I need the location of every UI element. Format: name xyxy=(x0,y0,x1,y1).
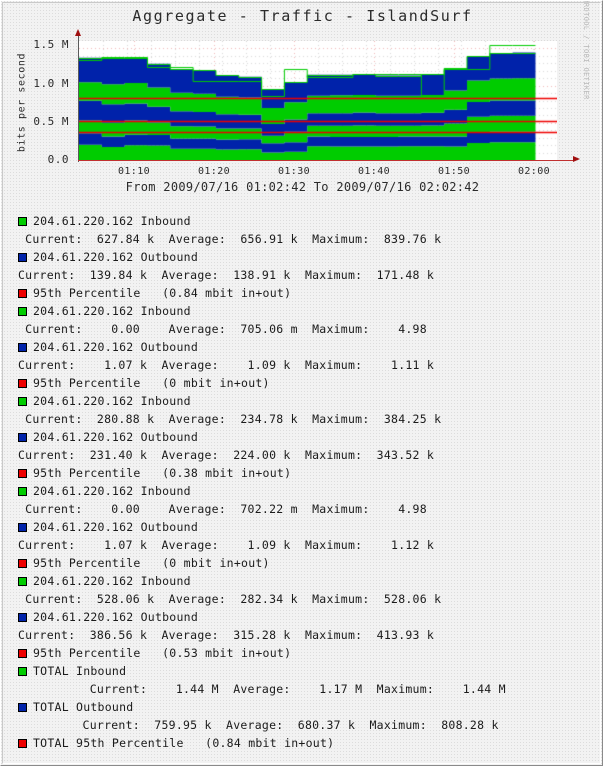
legend-stat-line: Current: 627.84 k Average: 656.91 k Maxi… xyxy=(1,230,602,248)
legend-stat-text: Current: 0.00 Average: 705.06 m Maximum:… xyxy=(18,322,427,336)
legend-stat-line: Current: 1.07 k Average: 1.09 k Maximum:… xyxy=(1,356,602,374)
legend-stat-text: Current: 627.84 k Average: 656.91 k Maxi… xyxy=(18,232,442,246)
x-axis-arrow-icon xyxy=(573,156,580,162)
legend-item: 204.61.220.162 Inbound xyxy=(1,392,602,410)
legend-swatch-outbound-icon xyxy=(18,703,27,712)
legend-stat-line: Current: 386.56 k Average: 315.28 k Maxi… xyxy=(1,626,602,644)
legend-stat-text: Current: 231.40 k Average: 224.00 k Maxi… xyxy=(18,448,435,462)
x-axis-line xyxy=(78,160,575,161)
legend-item-label: 204.61.220.162 Inbound xyxy=(33,394,191,408)
x-tick-label: 01:40 xyxy=(357,166,391,177)
legend-swatch-outbound-icon xyxy=(18,613,27,622)
plot-area xyxy=(79,41,557,160)
legend-stat-text: Current: 139.84 k Average: 138.91 k Maxi… xyxy=(18,268,435,282)
legend-swatch-outbound-icon xyxy=(18,343,27,352)
legend-swatch-percentile-icon xyxy=(18,649,27,658)
legend-stat-text: Current: 386.56 k Average: 315.28 k Maxi… xyxy=(18,628,435,642)
page-title: Aggregate - Traffic - IslandSurf xyxy=(132,7,473,25)
legend-stat-text: Current: 0.00 Average: 702.22 m Maximum:… xyxy=(18,502,427,516)
legend-item-label: 204.61.220.162 Outbound xyxy=(33,520,198,534)
legend-item-label: 95th Percentile (0.53 mbit in+out) xyxy=(33,646,292,660)
legend-item-label: 204.61.220.162 Outbound xyxy=(33,430,198,444)
legend-item: 204.61.220.162 Outbound xyxy=(1,338,602,356)
legend-swatch-percentile-icon xyxy=(18,559,27,568)
legend-stat-line: Current: 0.00 Average: 702.22 m Maximum:… xyxy=(1,500,602,518)
legend-item: 95th Percentile (0.84 mbit in+out) xyxy=(1,284,602,302)
legend-item: 204.61.220.162 Inbound xyxy=(1,572,602,590)
legend-swatch-inbound-icon xyxy=(18,217,27,226)
legend-item: 95th Percentile (0.53 mbit in+out) xyxy=(1,644,602,662)
legend-item: 95th Percentile (0 mbit in+out) xyxy=(1,554,602,572)
y-tick-label: 1.0 M xyxy=(33,77,69,90)
legend-swatch-percentile-icon xyxy=(18,739,27,748)
traffic-area-chart xyxy=(79,41,557,160)
legend-item-label: TOTAL Outbound xyxy=(33,700,134,714)
legend-item-label: 204.61.220.162 Inbound xyxy=(33,304,191,318)
legend-item-label: 204.61.220.162 Outbound xyxy=(33,610,198,624)
legend-swatch-outbound-icon xyxy=(18,253,27,262)
legend-item: 95th Percentile (0.38 mbit in+out) xyxy=(1,464,602,482)
rrdtool-watermark: RRDTOOL / TOBI OETIKER xyxy=(582,0,590,100)
legend-item-label: 95th Percentile (0 mbit in+out) xyxy=(33,376,270,390)
legend-swatch-outbound-icon xyxy=(18,433,27,442)
legend-swatch-percentile-icon xyxy=(18,469,27,478)
legend-item-label: TOTAL Inbound xyxy=(33,664,127,678)
legend-stat-text: Current: 1.07 k Average: 1.09 k Maximum:… xyxy=(18,358,435,372)
legend: 204.61.220.162 Inbound Current: 627.84 k… xyxy=(1,212,602,752)
x-tick-label: 01:20 xyxy=(197,166,231,177)
legend-swatch-percentile-icon xyxy=(18,379,27,388)
y-axis-arrow-icon xyxy=(75,29,81,36)
legend-stat-line: Current: 1.44 M Average: 1.17 M Maximum:… xyxy=(1,680,602,698)
legend-item: 204.61.220.162 Inbound xyxy=(1,212,602,230)
x-tick-label: 01:50 xyxy=(437,166,471,177)
legend-swatch-inbound-icon xyxy=(18,397,27,406)
y-axis-label: bits per second xyxy=(16,52,28,153)
legend-item-label: 95th Percentile (0 mbit in+out) xyxy=(33,556,270,570)
x-tick-label: 02:00 xyxy=(517,166,551,177)
legend-stat-line: Current: 0.00 Average: 705.06 m Maximum:… xyxy=(1,320,602,338)
y-tick-label: 0.0 xyxy=(47,153,69,166)
legend-stat-line: Current: 139.84 k Average: 138.91 k Maxi… xyxy=(1,266,602,284)
legend-item-label: 204.61.220.162 Inbound xyxy=(33,214,191,228)
legend-swatch-inbound-icon xyxy=(18,307,27,316)
legend-stat-text: Current: 1.07 k Average: 1.09 k Maximum:… xyxy=(18,538,435,552)
legend-swatch-inbound-icon xyxy=(18,667,27,676)
legend-item-label: TOTAL 95th Percentile (0.84 mbit in+out) xyxy=(33,736,335,750)
legend-stat-line: Current: 759.95 k Average: 680.37 k Maxi… xyxy=(1,716,602,734)
legend-item-label: 204.61.220.162 Inbound xyxy=(33,484,191,498)
legend-item: 95th Percentile (0 mbit in+out) xyxy=(1,374,602,392)
rrdtool-graph-image: Aggregate - Traffic - IslandSurf bits pe… xyxy=(0,0,603,766)
timespan-caption: From 2009/07/16 01:02:42 To 2009/07/16 0… xyxy=(125,180,480,194)
x-tick-label: 01:30 xyxy=(277,166,311,177)
legend-stat-line: Current: 231.40 k Average: 224.00 k Maxi… xyxy=(1,446,602,464)
legend-item-label: 95th Percentile (0.38 mbit in+out) xyxy=(33,466,292,480)
legend-stat-line: Current: 280.88 k Average: 234.78 k Maxi… xyxy=(1,410,602,428)
legend-swatch-inbound-icon xyxy=(18,487,27,496)
y-tick-label: 1.5 M xyxy=(33,38,69,51)
legend-item-label: 204.61.220.162 Inbound xyxy=(33,574,191,588)
legend-stat-text: Current: 280.88 k Average: 234.78 k Maxi… xyxy=(18,412,442,426)
legend-stat-text: Current: 1.44 M Average: 1.17 M Maximum:… xyxy=(18,682,506,696)
legend-stat-line: Current: 1.07 k Average: 1.09 k Maximum:… xyxy=(1,536,602,554)
legend-item-label: 204.61.220.162 Outbound xyxy=(33,250,198,264)
legend-item: TOTAL Outbound xyxy=(1,698,602,716)
legend-item: 204.61.220.162 Inbound xyxy=(1,302,602,320)
legend-swatch-inbound-icon xyxy=(18,577,27,586)
legend-item: 204.61.220.162 Outbound xyxy=(1,248,602,266)
y-tick-label: 0.5 M xyxy=(33,115,69,128)
legend-stat-text: Current: 759.95 k Average: 680.37 k Maxi… xyxy=(18,718,499,732)
legend-swatch-outbound-icon xyxy=(18,523,27,532)
legend-item: TOTAL 95th Percentile (0.84 mbit in+out) xyxy=(1,734,602,752)
legend-stat-text: Current: 528.06 k Average: 282.34 k Maxi… xyxy=(18,592,442,606)
legend-swatch-percentile-icon xyxy=(18,289,27,298)
legend-stat-line: Current: 528.06 k Average: 282.34 k Maxi… xyxy=(1,590,602,608)
legend-item: TOTAL Inbound xyxy=(1,662,602,680)
legend-item: 204.61.220.162 Outbound xyxy=(1,428,602,446)
legend-item: 204.61.220.162 Inbound xyxy=(1,482,602,500)
legend-item: 204.61.220.162 Outbound xyxy=(1,518,602,536)
legend-item: 204.61.220.162 Outbound xyxy=(1,608,602,626)
legend-item-label: 204.61.220.162 Outbound xyxy=(33,340,198,354)
x-tick-label: 01:10 xyxy=(117,166,151,177)
legend-item-label: 95th Percentile (0.84 mbit in+out) xyxy=(33,286,292,300)
